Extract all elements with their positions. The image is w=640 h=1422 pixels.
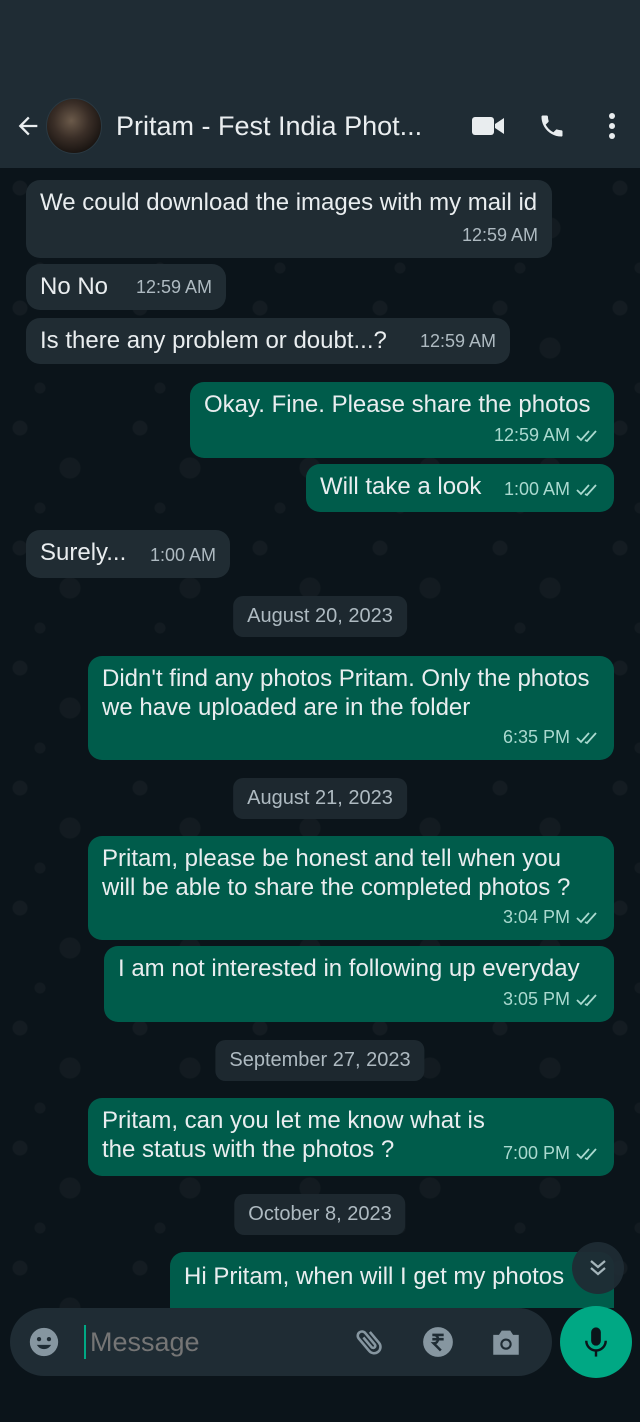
mic-icon xyxy=(585,1327,607,1357)
date-separator: August 21, 2023 xyxy=(233,778,407,819)
message-outgoing[interactable]: Hi Pritam, when will I get my photos xyxy=(170,1252,614,1308)
message-time: 1:00 AM xyxy=(503,479,570,499)
date-separator: October 8, 2023 xyxy=(234,1194,406,1235)
message-incoming[interactable]: Surely... 1:00 AM xyxy=(26,530,230,578)
message-meta: 6:35 PM xyxy=(503,723,600,752)
rupee-payment-icon[interactable] xyxy=(404,1308,472,1376)
message-meta: 12:59 AM xyxy=(494,421,600,450)
avatar[interactable] xyxy=(46,98,102,154)
message-meta: 3:04 PM xyxy=(503,903,600,932)
double-check-icon xyxy=(576,911,597,924)
message-time: 12:59 AM xyxy=(493,425,570,445)
scroll-down-button[interactable] xyxy=(572,1242,624,1294)
text-cursor xyxy=(84,1325,86,1359)
contact-name[interactable]: Pritam - Fest India Phot... xyxy=(116,111,436,142)
message-outgoing[interactable]: Okay. Fine. Please share the photos 12:5… xyxy=(190,382,614,458)
video-call-icon[interactable] xyxy=(456,94,520,158)
message-text: Pritam, please be honest and tell when y… xyxy=(102,845,571,901)
mic-button[interactable] xyxy=(560,1306,632,1378)
chevron-double-down-icon xyxy=(590,1260,606,1276)
message-time: 12:59 AM xyxy=(461,225,538,245)
message-outgoing[interactable]: Didn't find any photos Pritam. Only the … xyxy=(88,656,614,760)
date-separator: September 27, 2023 xyxy=(215,1040,425,1081)
message-text: Hi Pritam, when will I get my photos xyxy=(184,1263,565,1290)
double-check-icon xyxy=(576,731,597,744)
message-outgoing[interactable]: Pritam, can you let me know what is the … xyxy=(88,1098,614,1176)
message-time: 3:04 PM xyxy=(502,907,570,927)
message-meta: 3:05 PM xyxy=(503,985,600,1014)
emoji-icon[interactable] xyxy=(24,1322,64,1362)
message-incoming[interactable]: No No 12:59 AM xyxy=(26,264,226,310)
camera-icon[interactable] xyxy=(472,1308,540,1376)
status-bar xyxy=(0,0,640,84)
message-outgoing[interactable]: I am not interested in following up ever… xyxy=(104,946,614,1022)
message-time: 12:59 AM xyxy=(419,331,496,351)
message-composer xyxy=(10,1308,552,1376)
message-time: 3:05 PM xyxy=(502,989,570,1009)
message-outgoing[interactable]: Will take a look 1:00 AM xyxy=(306,464,614,512)
message-meta: 7:00 PM xyxy=(503,1139,600,1168)
message-outgoing[interactable]: Pritam, please be honest and tell when y… xyxy=(88,836,614,940)
message-time: 12:59 AM xyxy=(135,277,212,297)
message-list[interactable]: We could download the images with my mai… xyxy=(0,168,640,1308)
back-arrow-icon[interactable] xyxy=(8,106,48,146)
phone-icon[interactable] xyxy=(520,94,584,158)
date-separator: August 20, 2023 xyxy=(233,596,407,637)
message-text: Pritam, can you let me know what is the … xyxy=(102,1107,485,1163)
message-meta: 1:00 AM xyxy=(504,475,600,504)
double-check-icon xyxy=(576,993,597,1006)
message-text: I am not interested in following up ever… xyxy=(118,955,580,982)
message-incoming[interactable]: We could download the images with my mai… xyxy=(26,180,552,258)
more-vert-icon[interactable] xyxy=(584,94,640,158)
double-check-icon xyxy=(576,1147,597,1160)
double-check-icon xyxy=(576,483,597,496)
double-check-icon xyxy=(576,429,597,442)
message-text: We could download the images with my mai… xyxy=(40,189,538,216)
message-incoming[interactable]: Is there any problem or doubt...? 12:59 … xyxy=(26,318,510,364)
message-text: Okay. Fine. Please share the photos xyxy=(204,391,591,418)
message-time: 7:00 PM xyxy=(502,1143,570,1163)
chat-header: Pritam - Fest India Phot... xyxy=(0,84,640,168)
message-time: 6:35 PM xyxy=(502,727,570,747)
message-text: Didn't find any photos Pritam. Only the … xyxy=(102,665,590,721)
message-input[interactable] xyxy=(88,1325,272,1359)
attach-icon[interactable] xyxy=(336,1308,404,1376)
message-time: 1:00 AM xyxy=(149,545,216,565)
